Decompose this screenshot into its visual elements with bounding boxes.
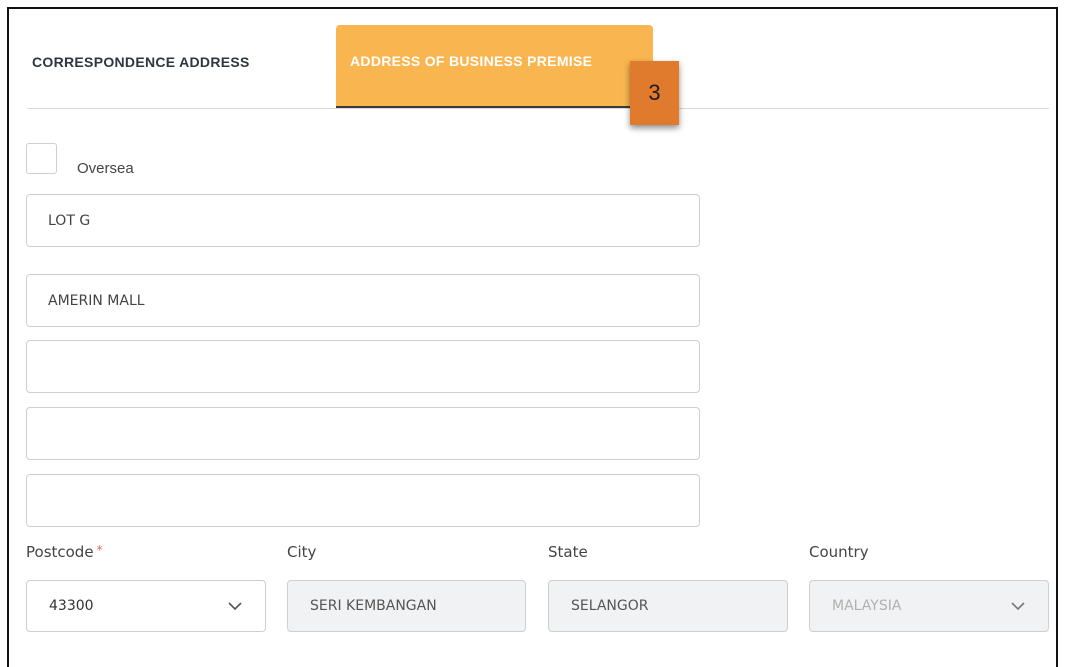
step-badge: 3 [630, 61, 679, 125]
tab-business-label: ADDRESS OF BUSINESS PREMISE [350, 52, 593, 69]
country-select[interactable]: MALAYSIA [809, 580, 1049, 632]
required-mark: * [96, 543, 103, 557]
postcode-value: 43300 [49, 598, 94, 614]
oversea-checkbox[interactable] [26, 143, 57, 174]
address-line-3-input[interactable] [26, 340, 700, 393]
address-line-1-input[interactable]: LOT G [26, 194, 700, 247]
city-label: City [287, 543, 317, 561]
postcode-select[interactable]: 43300 [26, 580, 266, 632]
oversea-label: Oversea [77, 160, 134, 177]
tab-business-premise[interactable]: ADDRESS OF BUSINESS PREMISE [336, 25, 653, 108]
tabs-divider [27, 108, 1049, 109]
country-value: MALAYSIA [832, 598, 902, 614]
postcode-label: Postcode * [26, 543, 103, 561]
city-field: SERI KEMBANGAN [287, 580, 526, 632]
chevron-down-icon [1010, 598, 1026, 614]
address-line-2-input[interactable]: AMERIN MALL [26, 274, 700, 327]
tab-correspondence-address[interactable]: CORRESPONDENCE ADDRESS [27, 25, 327, 108]
tab-correspondence-label: CORRESPONDENCE ADDRESS [32, 53, 250, 70]
state-field: SELANGOR [548, 580, 788, 632]
chevron-down-icon [227, 598, 243, 614]
city-value: SERI KEMBANGAN [310, 598, 437, 614]
state-value: SELANGOR [571, 598, 649, 614]
address-line-5-input[interactable] [26, 474, 700, 527]
country-label: Country [809, 543, 869, 561]
address-line-4-input[interactable] [26, 407, 700, 460]
state-label: State [548, 543, 588, 561]
